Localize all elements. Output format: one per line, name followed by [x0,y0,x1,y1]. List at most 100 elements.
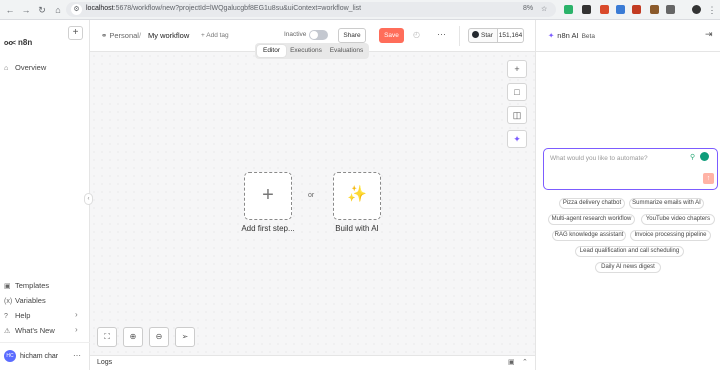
prompt-placeholder: What would you like to automate? [550,155,648,162]
add-first-step-label: Add first step... [241,224,295,233]
active-status-label: Inactive [284,31,307,38]
pointer-icon: ➢ [181,332,189,341]
extension-icon[interactable] [582,5,591,14]
toggle-knob [310,31,318,39]
logs-label: Logs [97,359,113,366]
sidebar-item-templates[interactable]: ▣ Templates [4,281,49,290]
user-menu-icon[interactable]: ⋯ [73,351,81,360]
collapse-sidebar-icon[interactable]: ‹ [84,193,93,205]
add-node-button[interactable]: + [507,60,527,78]
divider [0,342,90,343]
star-icon[interactable]: ☆ [541,5,547,13]
sticky-note-icon: □ [514,87,520,97]
n8n-logo[interactable]: o-o< n8n [4,38,32,47]
breadcrumb[interactable]: ⚭ Personal [101,31,139,40]
location-pin-icon: ⚲ [690,154,696,161]
save-button[interactable]: Save [379,28,404,43]
panel-icon: ◫ [512,110,522,120]
close-panel-icon[interactable]: ⇥ [705,29,713,40]
pointer-button[interactable]: ➢ [175,327,195,347]
pop-out-icon[interactable]: ▣ [508,358,515,366]
extension-icon[interactable] [650,5,659,14]
zoom-out-icon: ⊖ [155,332,163,341]
variables-icon: (x) [4,298,13,305]
sidebar-item-variables[interactable]: (x) Variables [4,296,46,305]
sidebar-item-overview[interactable]: ⌂ Overview [4,63,46,72]
ai-prompt-input[interactable]: What would you like to automate? ⚲ ↑ [543,148,718,190]
n8n-logo-icon: o-o< [4,40,16,47]
sidebar-item-whats-new[interactable]: ⚠ What's New [4,326,55,335]
url-text: localhost:5678/workflow/new?projectId=lW… [86,5,362,12]
tab-editor[interactable]: Editor [257,45,286,57]
fit-view-button[interactable]: ⛶ [97,327,117,347]
github-icon [472,31,479,38]
user-name: hicham char [20,353,59,360]
send-button[interactable]: ↑ [703,173,714,184]
share-button[interactable]: Share [338,28,366,43]
ask-ai-button[interactable]: ✦ [507,130,527,148]
site-info-icon[interactable]: ⚙ [71,4,82,15]
add-first-step-button[interactable]: + [244,172,292,220]
chevron-up-icon[interactable]: ⌃ [522,358,528,366]
breadcrumb-separator: / [139,31,142,40]
extensions-puzzle-icon[interactable] [666,5,675,14]
forward-icon[interactable]: → [20,4,32,16]
sidebar-item-help[interactable]: ? Help [4,311,30,320]
sticky-note-button[interactable]: □ [507,83,527,101]
sparkle-icon: ✦ [513,134,521,144]
suggestion-chip[interactable]: Pizza delivery chatbot [559,198,625,209]
zoom-in-button[interactable]: ⊕ [123,327,143,347]
tab-evaluations[interactable]: Evaluations [326,45,367,57]
zoom-badge[interactable]: 8% [523,5,533,12]
suggestion-chip[interactable]: Lead qualification and call scheduling [575,246,684,257]
templates-icon: ▣ [4,283,11,290]
extension-icon[interactable] [632,5,641,14]
logs-bar[interactable]: Logs ▣ ⌃ [90,355,535,370]
zoom-out-button[interactable]: ⊖ [149,327,169,347]
github-star-button[interactable]: Star [468,28,498,43]
history-icon[interactable]: ◴ [413,30,420,39]
add-tag-button[interactable]: + Add tag [201,32,229,39]
chevron-right-icon: › [75,310,78,319]
suggestion-chip[interactable]: Summarize emails with AI [629,198,704,209]
ai-panel-title: ✦ n8n AI Beta [548,31,595,40]
extension-icon[interactable] [616,5,625,14]
extension-icon[interactable] [600,5,609,14]
workflow-name[interactable]: My workflow [148,31,189,40]
suggestion-chip[interactable]: Daily AI news digest [595,262,661,273]
zoom-in-icon: ⊕ [129,332,137,341]
extension-icon[interactable] [564,5,573,14]
toggle-panel-button[interactable]: ◫ [507,106,527,124]
build-with-ai-label: Build with AI [335,224,379,233]
ai-assistant-panel: ✦ n8n AI Beta ⇥ What would you like to aut… [535,20,720,370]
tab-executions[interactable]: Executions [287,45,325,57]
assistant-extension-icon [700,152,709,161]
plus-icon: + [514,64,520,74]
suggestion-chip[interactable]: Invoice processing pipeline [630,230,711,241]
profile-icon[interactable] [692,5,701,14]
browser-menu-icon[interactable]: ⋮ [706,4,718,16]
sidebar: o-o< n8n + ⌂ Overview ▣ Templates (x) Variab… [0,20,90,370]
bell-icon: ⚠ [4,328,11,335]
suggestion-chip[interactable]: RAG knowledge assistant [552,230,626,241]
suggestion-chip[interactable]: YouTube video chapters [641,214,715,225]
back-icon[interactable]: ← [4,4,16,16]
active-toggle[interactable] [309,30,328,40]
address-bar[interactable]: ⚙ localhost:5678/workflow/new?projectId=… [66,2,556,17]
divider [459,26,460,46]
sparkle-icon: ✦ [548,31,555,40]
create-button[interactable]: + [68,26,83,40]
plus-icon: + [262,184,274,206]
view-tabs: Editor Executions Evaluations [255,43,369,59]
browser-toolbar: ← → ↻ ⌂ ⚙ localhost:5678/workflow/new?pr… [0,0,720,20]
help-icon: ? [4,313,8,320]
beta-badge: Beta [581,33,595,40]
suggestion-chip[interactable]: Multi-agent research workflow [548,214,635,225]
build-with-ai-button[interactable]: ✨ [333,172,381,220]
more-options-icon[interactable]: ⋯ [437,29,446,40]
home-icon: ⌂ [4,65,9,72]
reload-icon[interactable]: ↻ [36,4,48,16]
workflow-canvas[interactable] [90,52,535,355]
avatar[interactable]: HC [4,350,16,362]
home-icon[interactable]: ⌂ [52,4,64,16]
